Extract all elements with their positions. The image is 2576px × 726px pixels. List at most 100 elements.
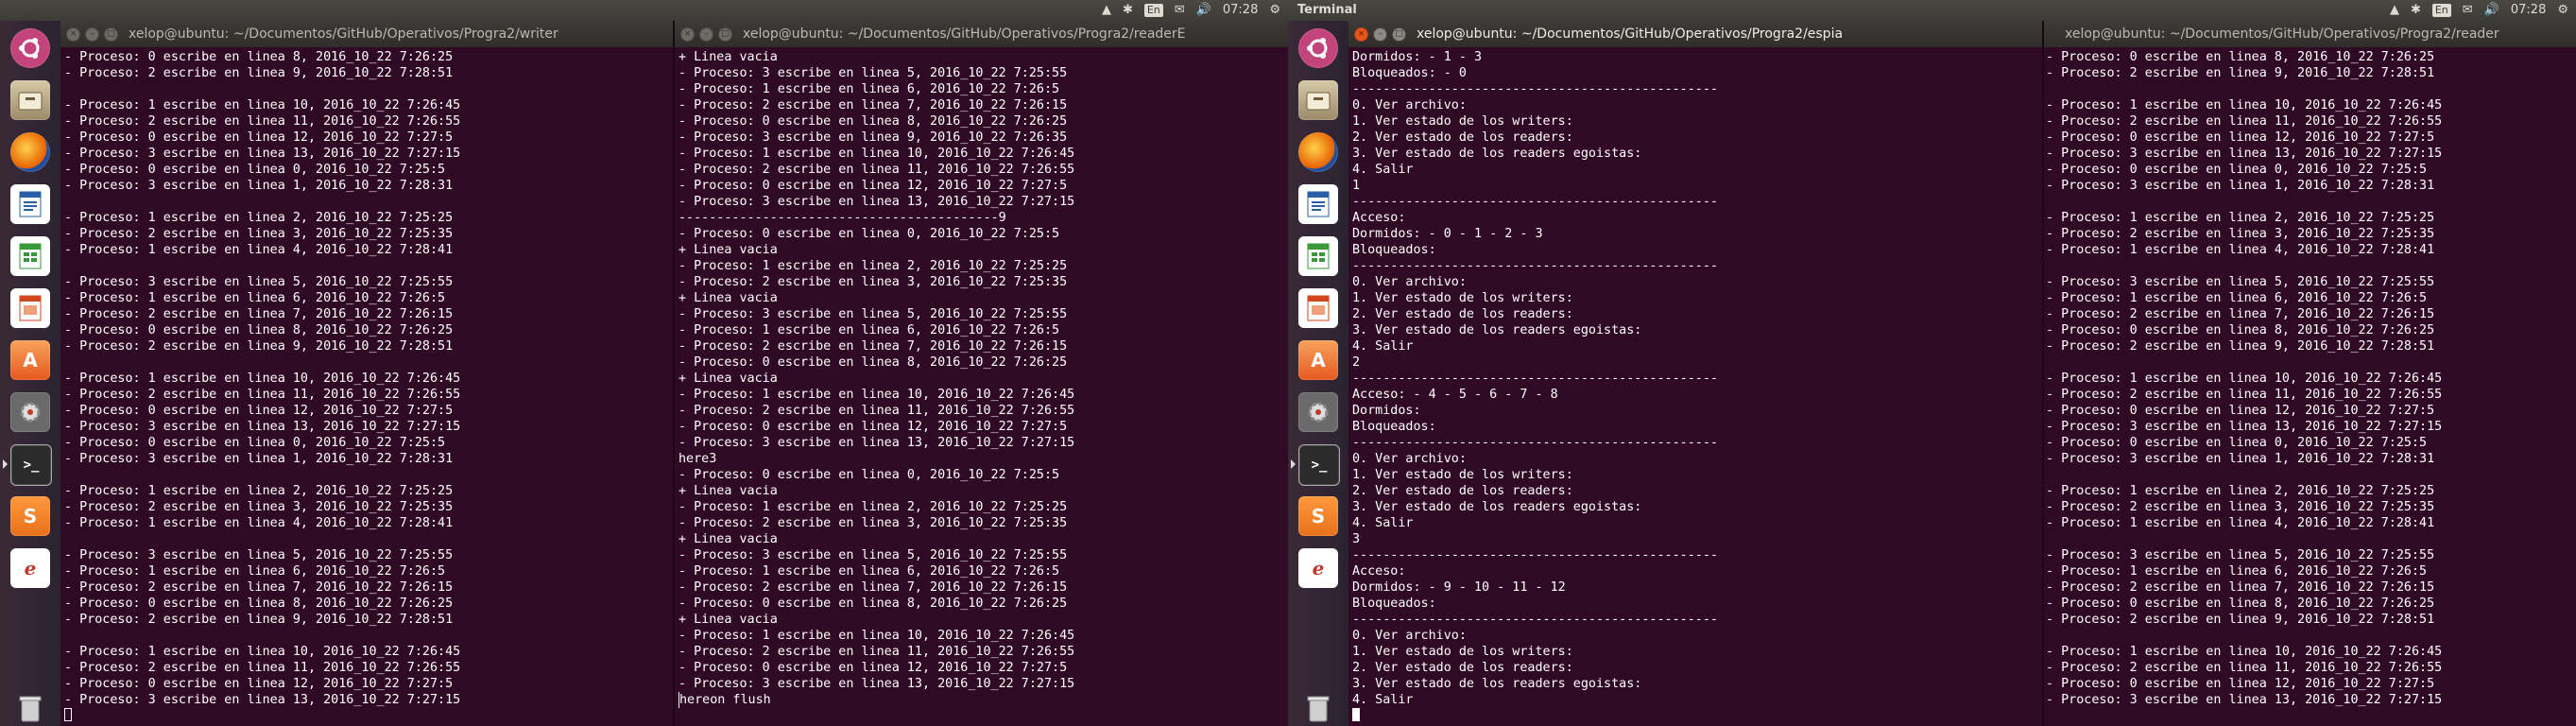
terminal-line: 2. Ver estado de los readers: bbox=[1352, 307, 1573, 321]
terminal-window-espia[interactable]: × – □ xelop@ubuntu: ~/Documentos/GitHub/… bbox=[1348, 21, 2042, 726]
terminal-line: - Proceso: 3 escribe en linea 13, 2016_1… bbox=[2046, 693, 2443, 707]
upload-icon[interactable]: ▲ bbox=[1102, 3, 1111, 17]
terminal-line: 1. Ver estado de los writers: bbox=[1352, 468, 1573, 482]
terminal-window-readerE[interactable]: × – □ xelop@ubuntu: ~/Documentos/GitHub/… bbox=[675, 21, 1288, 726]
terminal-output[interactable]: Dormidos: - 1 - 3 Bloqueados: - 0 --------… bbox=[1352, 49, 2042, 726]
close-icon[interactable]: × bbox=[1354, 27, 1368, 42]
terminal-line: - Proceso: 0 escribe en linea 0, 2016_10… bbox=[678, 227, 1060, 241]
terminal-output[interactable]: - Proceso: 0 escribe en linea 8, 2016_10… bbox=[2046, 49, 2576, 726]
window-titlebar[interactable]: × – □ xelop@ubuntu: ~/Documentos/GitHub/… bbox=[1348, 21, 2042, 47]
terminal-line: - Proceso: 0 escribe en linea 8, 2016_10… bbox=[2046, 323, 2435, 337]
terminal-line: ----------------------------------------… bbox=[1352, 613, 1718, 627]
terminal-output[interactable]: + Linea vacia - Proceso: 3 escribe en lin… bbox=[678, 49, 1288, 726]
text-editor-icon[interactable]: e bbox=[10, 548, 50, 588]
ubuntu-dash-icon[interactable] bbox=[10, 28, 50, 68]
writer-icon[interactable] bbox=[10, 184, 50, 224]
terminal-window-reader[interactable]: xelop@ubuntu: ~/Documentos/GitHub/Operat… bbox=[2044, 21, 2576, 726]
window-title: xelop@ubuntu: ~/Documentos/GitHub/Operat… bbox=[1417, 26, 1844, 42]
terminal-line: - Proceso: 1 escribe en linea 4, 2016_10… bbox=[64, 516, 454, 530]
terminal-line: - Proceso: 1 escribe en linea 6, 2016_10… bbox=[64, 291, 446, 305]
volume-icon[interactable]: 🔊 bbox=[1196, 3, 1211, 17]
sublime-icon[interactable]: S bbox=[10, 496, 50, 536]
calc-icon[interactable] bbox=[1298, 236, 1338, 276]
close-icon[interactable]: × bbox=[680, 27, 695, 42]
minimize-icon[interactable]: – bbox=[1373, 27, 1387, 42]
terminal-window-writer[interactable]: × – □ xelop@ubuntu: ~/Documentos/GitHub/… bbox=[60, 21, 673, 726]
terminal-line: - Proceso: 3 escribe en linea 1, 2016_10… bbox=[64, 179, 454, 193]
terminal-line: - Proceso: 0 escribe en linea 0, 2016_10… bbox=[2046, 436, 2428, 450]
maximize-icon[interactable]: □ bbox=[718, 27, 732, 42]
terminal-line: - Proceso: 1 escribe en linea 2, 2016_10… bbox=[64, 211, 454, 225]
terminal-line: 4. Salir bbox=[1352, 339, 1414, 354]
terminal-line: - Proceso: 3 escribe en linea 5, 2016_10… bbox=[64, 548, 454, 562]
system-tray: ▲ ✱ En ✉ 🔊 07:28 ⚙ bbox=[1102, 3, 1280, 17]
terminal-line: - Proceso: 3 escribe en linea 13, 2016_1… bbox=[678, 677, 1075, 691]
keyboard-layout-indicator[interactable]: En bbox=[1143, 3, 1163, 17]
clock[interactable]: 07:28 bbox=[2511, 3, 2546, 17]
terminal-line: 0. Ver archivo: bbox=[1352, 452, 1467, 466]
close-icon[interactable]: × bbox=[66, 27, 80, 42]
terminal-line: - Proceso: 0 escribe en linea 12, 2016_1… bbox=[64, 130, 454, 145]
maximize-icon[interactable]: □ bbox=[104, 27, 118, 42]
trash-icon[interactable] bbox=[1298, 688, 1338, 726]
sublime-icon[interactable]: S bbox=[1298, 496, 1338, 536]
gear-icon[interactable]: ⚙ bbox=[1269, 3, 1280, 17]
terminal-line: - Proceso: 2 escribe en linea 3, 2016_10… bbox=[2046, 227, 2435, 241]
window-titlebar[interactable]: × – □ xelop@ubuntu: ~/Documentos/GitHub/… bbox=[675, 21, 1288, 47]
bluetooth-icon[interactable]: ✱ bbox=[1123, 3, 1133, 17]
terminal-line: - Proceso: 3 escribe en linea 13, 2016_1… bbox=[2046, 420, 2443, 434]
terminal-line: - Proceso: 1 escribe en linea 10, 2016_1… bbox=[678, 629, 1075, 643]
terminal-line: - Proceso: 3 escribe en linea 1, 2016_10… bbox=[2046, 452, 2435, 466]
maximize-icon[interactable]: □ bbox=[1392, 27, 1406, 42]
right-monitor: Terminal ▲ ✱ En ✉ 🔊 07:28 ⚙ A >_ S e × –… bbox=[1288, 0, 2576, 726]
terminal-line: ----------------------------------------… bbox=[1352, 259, 1718, 273]
impress-icon[interactable] bbox=[1298, 288, 1338, 328]
software-center-icon[interactable]: A bbox=[10, 340, 50, 380]
gear-icon[interactable]: ⚙ bbox=[2557, 3, 2568, 17]
settings-icon[interactable] bbox=[10, 392, 50, 432]
firefox-icon[interactable] bbox=[10, 132, 50, 172]
clock[interactable]: 07:28 bbox=[1223, 3, 1258, 17]
mail-icon[interactable]: ✉ bbox=[1175, 3, 1185, 17]
terminal-line: - Proceso: 0 escribe en linea 12, 2016_1… bbox=[64, 677, 454, 691]
trash-icon[interactable] bbox=[10, 688, 50, 726]
software-center-icon[interactable]: A bbox=[1298, 340, 1338, 380]
terminal-line: - Proceso: 2 escribe en linea 9, 2016_10… bbox=[2046, 613, 2435, 627]
terminal-line: - Proceso: 2 escribe en linea 9, 2016_10… bbox=[64, 613, 454, 627]
keyboard-layout-indicator[interactable]: En bbox=[2431, 3, 2451, 17]
terminal-line: - Proceso: 1 escribe en linea 6, 2016_10… bbox=[678, 82, 1060, 96]
impress-icon[interactable] bbox=[10, 288, 50, 328]
terminal-line: - Proceso: 1 escribe en linea 4, 2016_10… bbox=[2046, 243, 2435, 257]
calc-icon[interactable] bbox=[10, 236, 50, 276]
terminal-line: Dormidos: - 0 - 1 - 2 - 3 bbox=[1352, 227, 1543, 241]
window-titlebar[interactable]: xelop@ubuntu: ~/Documentos/GitHub/Operat… bbox=[2044, 21, 2576, 47]
text-cursor bbox=[64, 708, 72, 721]
upload-icon[interactable]: ▲ bbox=[2390, 3, 2399, 17]
terminal-line: 4. Salir bbox=[1352, 163, 1414, 177]
bluetooth-icon[interactable]: ✱ bbox=[2411, 3, 2421, 17]
terminal-icon[interactable]: >_ bbox=[3, 444, 52, 486]
minimize-icon[interactable]: – bbox=[699, 27, 713, 42]
text-editor-icon[interactable]: e bbox=[1298, 548, 1338, 588]
files-icon[interactable] bbox=[10, 80, 50, 120]
terminal-output[interactable]: - Proceso: 0 escribe en linea 8, 2016_10… bbox=[64, 49, 673, 726]
window-titlebar[interactable]: × – □ xelop@ubuntu: ~/Documentos/GitHub/… bbox=[60, 21, 673, 47]
firefox-icon[interactable] bbox=[1298, 132, 1338, 172]
terminal-line: - Proceso: 3 escribe en linea 5, 2016_10… bbox=[64, 275, 454, 289]
writer-icon[interactable] bbox=[1298, 184, 1338, 224]
minimize-icon[interactable]: – bbox=[85, 27, 99, 42]
terminal-line: - Proceso: 1 escribe en linea 2, 2016_10… bbox=[64, 484, 454, 498]
terminal-line: - Proceso: 1 escribe en linea 6, 2016_10… bbox=[678, 323, 1060, 337]
terminal-line: - Proceso: 3 escribe en linea 5, 2016_10… bbox=[2046, 548, 2435, 562]
settings-icon[interactable] bbox=[1298, 392, 1338, 432]
files-icon[interactable] bbox=[1298, 80, 1338, 120]
ubuntu-dash-icon[interactable] bbox=[1298, 28, 1338, 68]
mail-icon[interactable]: ✉ bbox=[2463, 3, 2473, 17]
terminal-icon[interactable]: >_ bbox=[1291, 444, 1340, 486]
terminal-line: ----------------------------------------… bbox=[1352, 195, 1718, 209]
volume-icon[interactable]: 🔊 bbox=[2484, 3, 2499, 17]
